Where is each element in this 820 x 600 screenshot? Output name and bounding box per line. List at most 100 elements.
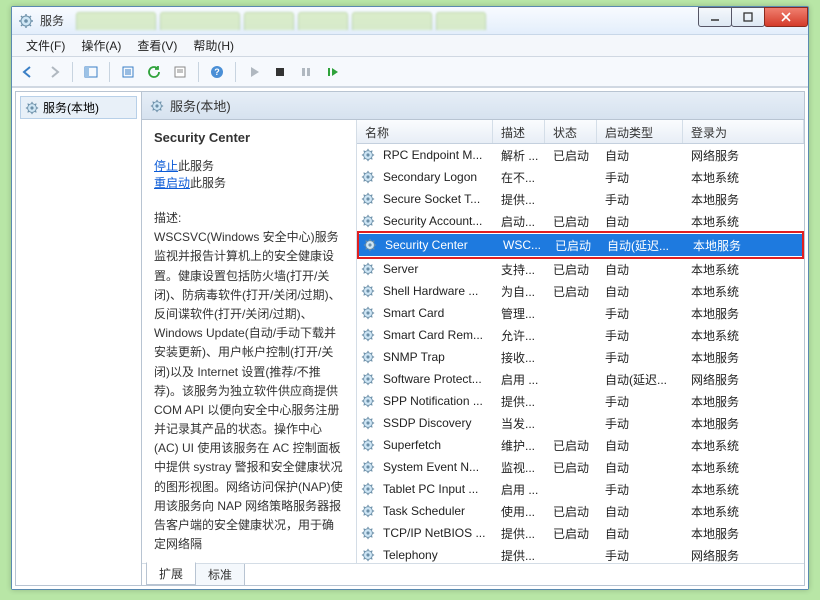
- cell-name: SSDP Discovery: [377, 416, 495, 430]
- maximize-button[interactable]: [731, 7, 765, 27]
- help-button[interactable]: ?: [205, 60, 229, 84]
- service-row[interactable]: TCP/IP NetBIOS ...提供...已启动自动本地服务: [357, 522, 804, 544]
- cell-name: Superfetch: [377, 438, 495, 452]
- gear-icon: [359, 284, 377, 298]
- cell-desc: 提供...: [495, 393, 547, 410]
- service-row[interactable]: Software Protect...启用 ...自动(延迟...网络服务: [357, 368, 804, 390]
- service-row[interactable]: Tablet PC Input ...启用 ...手动本地系统: [357, 478, 804, 500]
- cell-startup: 自动: [599, 213, 685, 230]
- list-body[interactable]: RPC Endpoint M...解析 ...已启动自动网络服务Secondar…: [357, 144, 804, 563]
- cell-status: 已启动: [547, 459, 599, 476]
- stop-service-button[interactable]: [268, 60, 292, 84]
- cell-desc: 启动...: [495, 213, 547, 230]
- cell-desc: 管理...: [495, 305, 547, 322]
- stop-service-link[interactable]: 停止: [154, 159, 178, 173]
- cell-startup: 手动: [599, 481, 685, 498]
- service-row[interactable]: Smart Card Rem...允许...手动本地系统: [357, 324, 804, 346]
- restart-service-link[interactable]: 重启动: [154, 176, 190, 190]
- cell-startup: 自动(延迟...: [599, 371, 685, 388]
- service-row[interactable]: SPP Notification ...提供...手动本地服务: [357, 390, 804, 412]
- cell-name: Task Scheduler: [377, 504, 495, 518]
- cell-name: Smart Card Rem...: [377, 328, 495, 342]
- service-row[interactable]: Security CenterWSC...已启动自动(延迟...本地服务: [359, 234, 802, 256]
- service-row[interactable]: Secure Socket T...提供...手动本地服务: [357, 188, 804, 210]
- content-area: 服务(本地) 服务(本地) Security Center 停止此服务 重启动此…: [12, 87, 808, 589]
- service-row[interactable]: Secondary Logon在不...手动本地系统: [357, 166, 804, 188]
- cell-status: 已启动: [547, 525, 599, 542]
- window-title: 服务: [40, 12, 64, 29]
- back-button[interactable]: [16, 60, 40, 84]
- cell-status: 已启动: [547, 213, 599, 230]
- start-service-button[interactable]: [242, 60, 266, 84]
- menu-help[interactable]: 帮助(H): [185, 35, 242, 56]
- menu-file[interactable]: 文件(F): [18, 35, 73, 56]
- cell-startup: 自动(延迟...: [601, 237, 687, 254]
- cell-startup: 手动: [599, 327, 685, 344]
- service-row[interactable]: Telephony提供...手动网络服务: [357, 544, 804, 563]
- cell-startup: 手动: [599, 169, 685, 186]
- service-row[interactable]: Task Scheduler使用...已启动自动本地系统: [357, 500, 804, 522]
- cell-desc: 使用...: [495, 503, 547, 520]
- tab-extended[interactable]: 扩展: [146, 562, 196, 585]
- col-logon[interactable]: 登录为: [683, 120, 804, 143]
- cell-name: Security Account...: [377, 214, 495, 228]
- gear-icon: [359, 416, 377, 430]
- minimize-button[interactable]: [698, 7, 732, 27]
- cell-startup: 自动: [599, 437, 685, 454]
- col-startup[interactable]: 启动类型: [597, 120, 683, 143]
- export-list-button[interactable]: [116, 60, 140, 84]
- restart-service-button[interactable]: [320, 60, 344, 84]
- gear-icon: [359, 394, 377, 408]
- column-headers: 名称 描述 状态 启动类型 登录为: [357, 120, 804, 144]
- services-window: 服务 文件(F) 操作(A) 查看(V) 帮助(H) ?: [11, 6, 809, 590]
- gear-icon: [150, 99, 164, 113]
- service-row[interactable]: System Event N...监视...已启动自动本地系统: [357, 456, 804, 478]
- bottom-tabs: 扩展 标准: [142, 563, 804, 585]
- cell-desc: 在不...: [495, 169, 547, 186]
- refresh-button[interactable]: [142, 60, 166, 84]
- cell-logon: 本地系统: [685, 459, 804, 476]
- cell-name: TCP/IP NetBIOS ...: [377, 526, 495, 540]
- service-row[interactable]: Superfetch维护...已启动自动本地系统: [357, 434, 804, 456]
- show-hide-tree-button[interactable]: [79, 60, 103, 84]
- service-row[interactable]: SNMP Trap接收...手动本地服务: [357, 346, 804, 368]
- cell-startup: 手动: [599, 415, 685, 432]
- col-status[interactable]: 状态: [545, 120, 597, 143]
- gear-icon: [25, 101, 39, 115]
- col-name[interactable]: 名称: [357, 120, 493, 143]
- menu-view[interactable]: 查看(V): [129, 35, 185, 56]
- service-row[interactable]: SSDP Discovery当发...手动本地服务: [357, 412, 804, 434]
- tab-standard[interactable]: 标准: [195, 564, 245, 585]
- cell-name: Tablet PC Input ...: [377, 482, 495, 496]
- gear-icon: [359, 372, 377, 386]
- col-desc[interactable]: 描述: [493, 120, 545, 143]
- gear-icon: [359, 214, 377, 228]
- service-row[interactable]: RPC Endpoint M...解析 ...已启动自动网络服务: [357, 144, 804, 166]
- cell-logon: 本地服务: [687, 237, 802, 254]
- cell-desc: 提供...: [495, 191, 547, 208]
- close-button[interactable]: [764, 7, 808, 27]
- cell-desc: 提供...: [495, 525, 547, 542]
- tree-node-services-local[interactable]: 服务(本地): [20, 96, 137, 119]
- menubar: 文件(F) 操作(A) 查看(V) 帮助(H): [12, 35, 808, 57]
- cell-startup: 手动: [599, 393, 685, 410]
- pause-service-button[interactable]: [294, 60, 318, 84]
- cell-name: Server: [377, 262, 495, 276]
- gear-icon: [359, 306, 377, 320]
- service-row[interactable]: Shell Hardware ...为自...已启动自动本地系统: [357, 280, 804, 302]
- menu-action[interactable]: 操作(A): [73, 35, 129, 56]
- pane-header: 服务(本地): [142, 92, 804, 120]
- gear-icon: [359, 438, 377, 452]
- forward-button[interactable]: [42, 60, 66, 84]
- cell-startup: 自动: [599, 147, 685, 164]
- selected-service-name: Security Center: [154, 130, 344, 145]
- cell-desc: 允许...: [495, 327, 547, 344]
- properties-button[interactable]: [168, 60, 192, 84]
- service-row[interactable]: Smart Card管理...手动本地服务: [357, 302, 804, 324]
- service-row[interactable]: Server支持...已启动自动本地系统: [357, 258, 804, 280]
- cell-logon: 本地服务: [685, 525, 804, 542]
- service-row[interactable]: Security Account...启动...已启动自动本地系统: [357, 210, 804, 232]
- cell-desc: 启用 ...: [495, 371, 547, 388]
- gear-icon: [359, 170, 377, 184]
- tree-pane: 服务(本地): [16, 92, 142, 585]
